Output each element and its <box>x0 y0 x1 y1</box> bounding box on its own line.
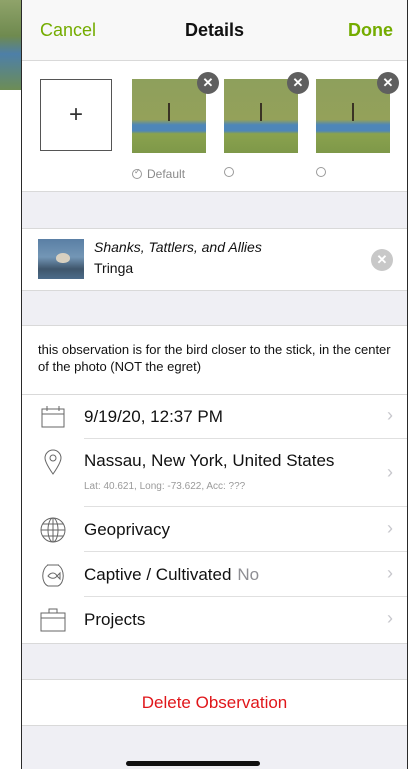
projects-label: Projects <box>84 610 146 629</box>
location-coordinates: Lat: 40.621, Long: -73.622, Acc: ??? <box>84 481 246 492</box>
chevron-right-icon: › <box>387 608 393 628</box>
close-icon: ✕ <box>292 75 304 90</box>
taxon-row[interactable]: Shanks, Tattlers, and Allies Tringa ✕ <box>22 229 407 290</box>
home-indicator <box>126 761 260 766</box>
section-gap <box>22 192 407 228</box>
taxon-photo <box>38 239 84 279</box>
remove-photo-3-button[interactable]: ✕ <box>377 72 399 94</box>
default-photo-radio-1[interactable]: Default <box>132 167 185 181</box>
globe-icon <box>40 517 66 543</box>
close-icon: ✕ <box>202 75 214 90</box>
add-photo-button[interactable]: + <box>40 79 112 151</box>
details-sheet: Cancel Details Done + ✕ ✕ ✕ Default <box>22 0 407 769</box>
calendar-icon <box>40 404 66 430</box>
geoprivacy-row[interactable]: Geoprivacy › <box>22 507 407 552</box>
chevron-right-icon: › <box>387 405 393 425</box>
fishbowl-icon <box>40 562 66 588</box>
briefcase-icon <box>40 607 66 633</box>
section-gap <box>22 291 407 325</box>
chevron-right-icon: › <box>387 518 393 538</box>
taxon-scientific-name: Tringa <box>94 260 134 276</box>
close-icon: ✕ <box>382 75 394 90</box>
default-photo-label: Default <box>147 167 186 181</box>
taxon-common-name: Shanks, Tattlers, and Allies <box>94 239 262 255</box>
chevron-right-icon: › <box>387 563 393 583</box>
location-label: Nassau, New York, United States <box>84 451 335 470</box>
notes-field[interactable]: this observation is for the bird closer … <box>22 326 407 394</box>
delete-observation-label: Delete Observation <box>141 693 288 712</box>
date-row[interactable]: 9/19/20, 12:37 PM › <box>22 395 407 439</box>
checkmark-circle-icon <box>132 167 142 179</box>
geoprivacy-label: Geoprivacy <box>84 520 170 539</box>
delete-observation-button[interactable]: Delete Observation <box>22 680 407 725</box>
captive-row[interactable]: Captive / Cultivated No › <box>22 552 407 597</box>
location-row[interactable]: Nassau, New York, United States Lat: 40.… <box>22 439 407 507</box>
photo-thumbnail-2[interactable] <box>224 79 298 153</box>
captive-value: No <box>237 565 260 584</box>
remove-photo-1-button[interactable]: ✕ <box>197 72 219 94</box>
section-gap <box>22 644 407 679</box>
photo-thumbnail-1[interactable] <box>132 79 206 153</box>
location-pin-icon <box>40 449 66 475</box>
default-photo-radio-3[interactable] <box>316 167 326 177</box>
done-button[interactable]: Done <box>348 20 393 41</box>
captive-label: Captive / Cultivated No <box>84 565 259 585</box>
clear-taxon-button[interactable]: ✕ <box>371 249 393 271</box>
default-photo-radio-2[interactable] <box>224 167 234 177</box>
captive-title: Captive / Cultivated <box>84 565 232 584</box>
nav-bar: Cancel Details Done <box>22 0 407 61</box>
notes-text: this observation is for the bird closer … <box>38 342 391 374</box>
chevron-right-icon: › <box>387 462 393 482</box>
radio-circle-icon <box>224 167 234 177</box>
radio-circle-icon <box>316 167 326 177</box>
close-icon: ✕ <box>376 252 388 267</box>
plus-icon: + <box>68 101 83 128</box>
projects-row[interactable]: Projects › <box>22 597 407 643</box>
remove-photo-2-button[interactable]: ✕ <box>287 72 309 94</box>
date-label: 9/19/20, 12:37 PM <box>84 407 223 426</box>
photo-strip: + ✕ ✕ ✕ Default <box>22 61 407 191</box>
